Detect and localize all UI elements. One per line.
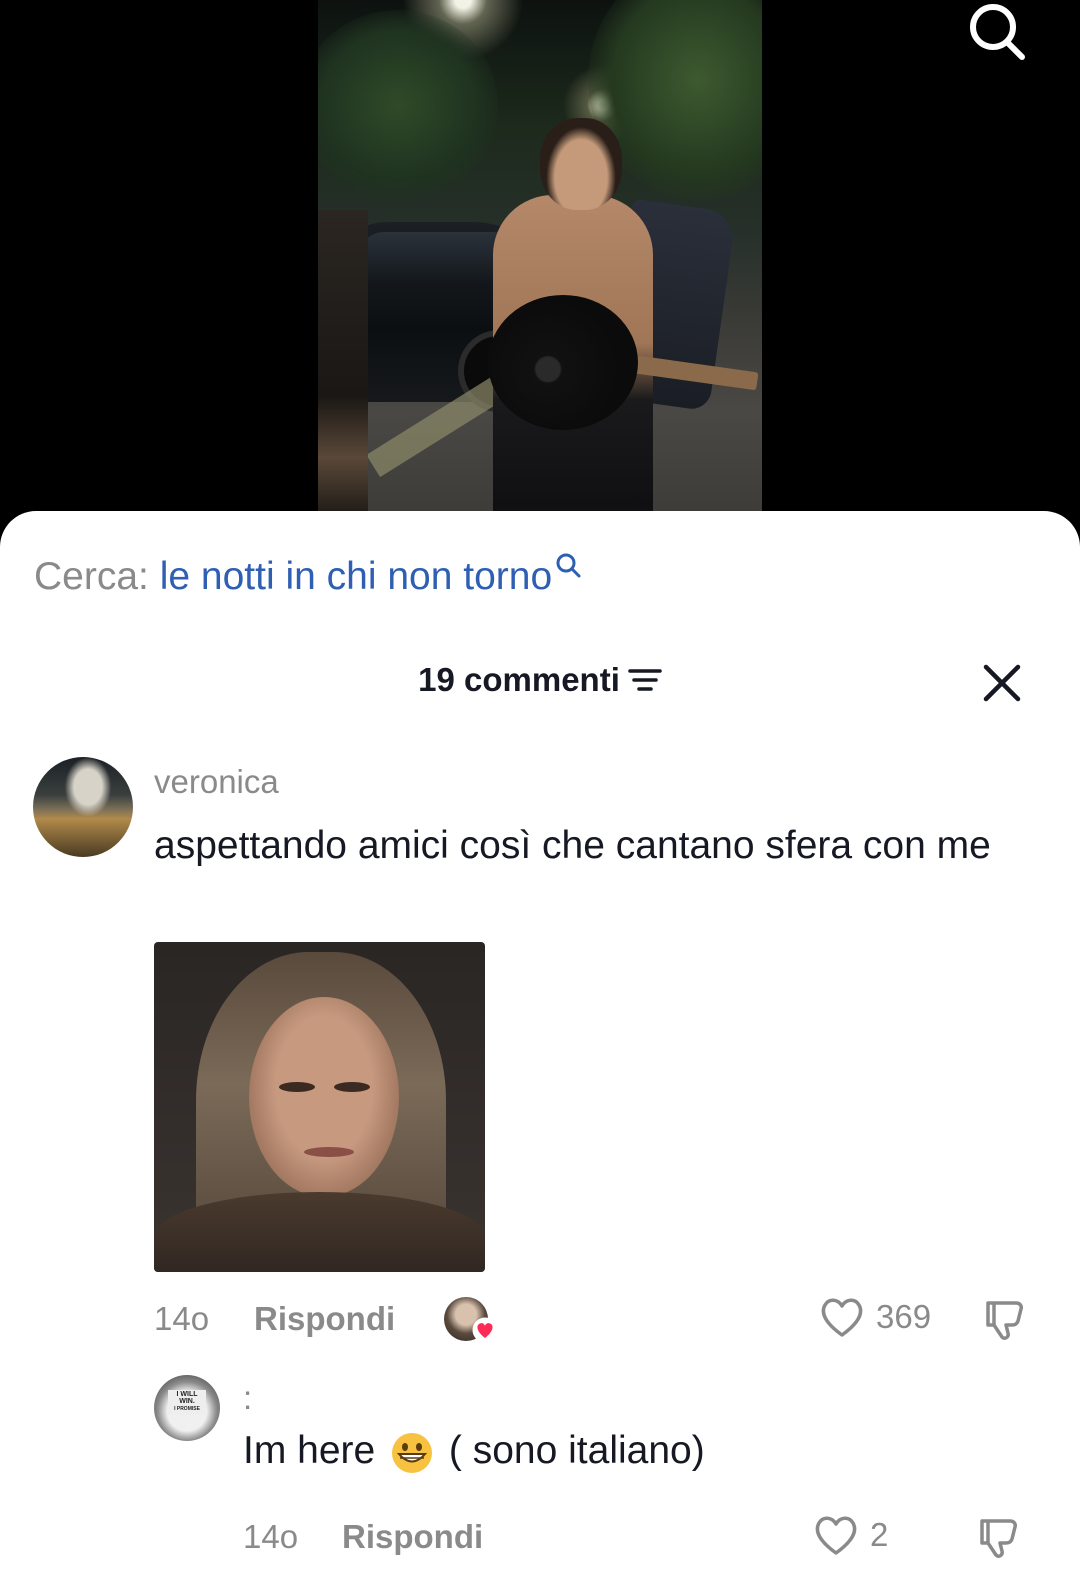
search-suggestion-query[interactable]: le notti in chi non torno bbox=[160, 555, 552, 598]
image-eye bbox=[334, 1082, 370, 1092]
like-button[interactable]: 2 bbox=[812, 1513, 888, 1557]
close-button[interactable] bbox=[980, 661, 1024, 705]
image-shoulders bbox=[154, 1192, 485, 1272]
search-suggestion[interactable]: Cerca: le notti in chi non torno bbox=[34, 553, 582, 599]
comment-text: aspettando amici così che cantano sfera … bbox=[154, 824, 991, 867]
avatar-sign-graphic: I WILL WIN. I PROMISE bbox=[168, 1390, 206, 1415]
comments-sheet: Cerca: le notti in chi non torno 19 comm… bbox=[0, 511, 1080, 1579]
close-icon bbox=[983, 664, 1021, 702]
heart-icon bbox=[472, 1317, 498, 1343]
comment-time: 14o bbox=[154, 1300, 210, 1337]
avatar[interactable] bbox=[33, 757, 133, 857]
like-count: 369 bbox=[876, 1298, 932, 1335]
comment-text-end: ( sono italiano) bbox=[448, 1429, 705, 1472]
image-eye bbox=[279, 1082, 315, 1092]
comment-count: 19 commenti bbox=[418, 661, 620, 698]
comments-header: 19 commenti bbox=[0, 661, 1080, 701]
comment-username[interactable]: : bbox=[243, 1379, 252, 1417]
search-icon bbox=[970, 4, 1025, 60]
video-player[interactable] bbox=[318, 0, 762, 514]
sort-button[interactable] bbox=[628, 663, 662, 701]
image-face bbox=[249, 997, 399, 1197]
image-mouth bbox=[304, 1147, 354, 1157]
heart-outline-icon bbox=[821, 1298, 863, 1337]
thumbs-down-icon bbox=[986, 1301, 1023, 1340]
heart-outline-icon bbox=[815, 1516, 857, 1555]
reply-label[interactable]: Rispondi bbox=[342, 1518, 483, 1555]
search-icon bbox=[556, 553, 581, 578]
filter-icon bbox=[628, 669, 662, 692]
comment-text: Im here ( sono italiano) bbox=[243, 1429, 705, 1475]
grinning-face-emoji-icon bbox=[392, 1432, 433, 1473]
comment-image[interactable] bbox=[154, 942, 485, 1272]
dislike-button[interactable] bbox=[976, 1513, 1024, 1566]
reply-label[interactable]: Rispondi bbox=[254, 1300, 395, 1337]
reply-button[interactable]: Rispondi bbox=[342, 1518, 483, 1556]
video-background bbox=[0, 0, 1080, 540]
comment-text-start: Im here bbox=[243, 1429, 376, 1472]
dislike-button[interactable] bbox=[982, 1295, 1030, 1348]
avatar[interactable]: I WILL WIN. I PROMISE bbox=[154, 1375, 220, 1441]
video-scene-head bbox=[540, 118, 622, 210]
video-scene-tree bbox=[318, 10, 498, 200]
search-button[interactable] bbox=[966, 0, 1028, 62]
comment-username[interactable]: veronica bbox=[154, 763, 279, 801]
thumbs-down-icon bbox=[980, 1519, 1017, 1558]
like-button[interactable]: 369 bbox=[818, 1295, 931, 1339]
like-count: 2 bbox=[870, 1516, 889, 1553]
comment-time: 14o bbox=[243, 1518, 299, 1555]
reply-button[interactable]: Rispondi bbox=[254, 1300, 395, 1338]
video-scene-bystander bbox=[318, 210, 368, 514]
search-suggestion-label: Cerca: bbox=[34, 555, 149, 598]
video-scene-guitar bbox=[488, 295, 638, 430]
